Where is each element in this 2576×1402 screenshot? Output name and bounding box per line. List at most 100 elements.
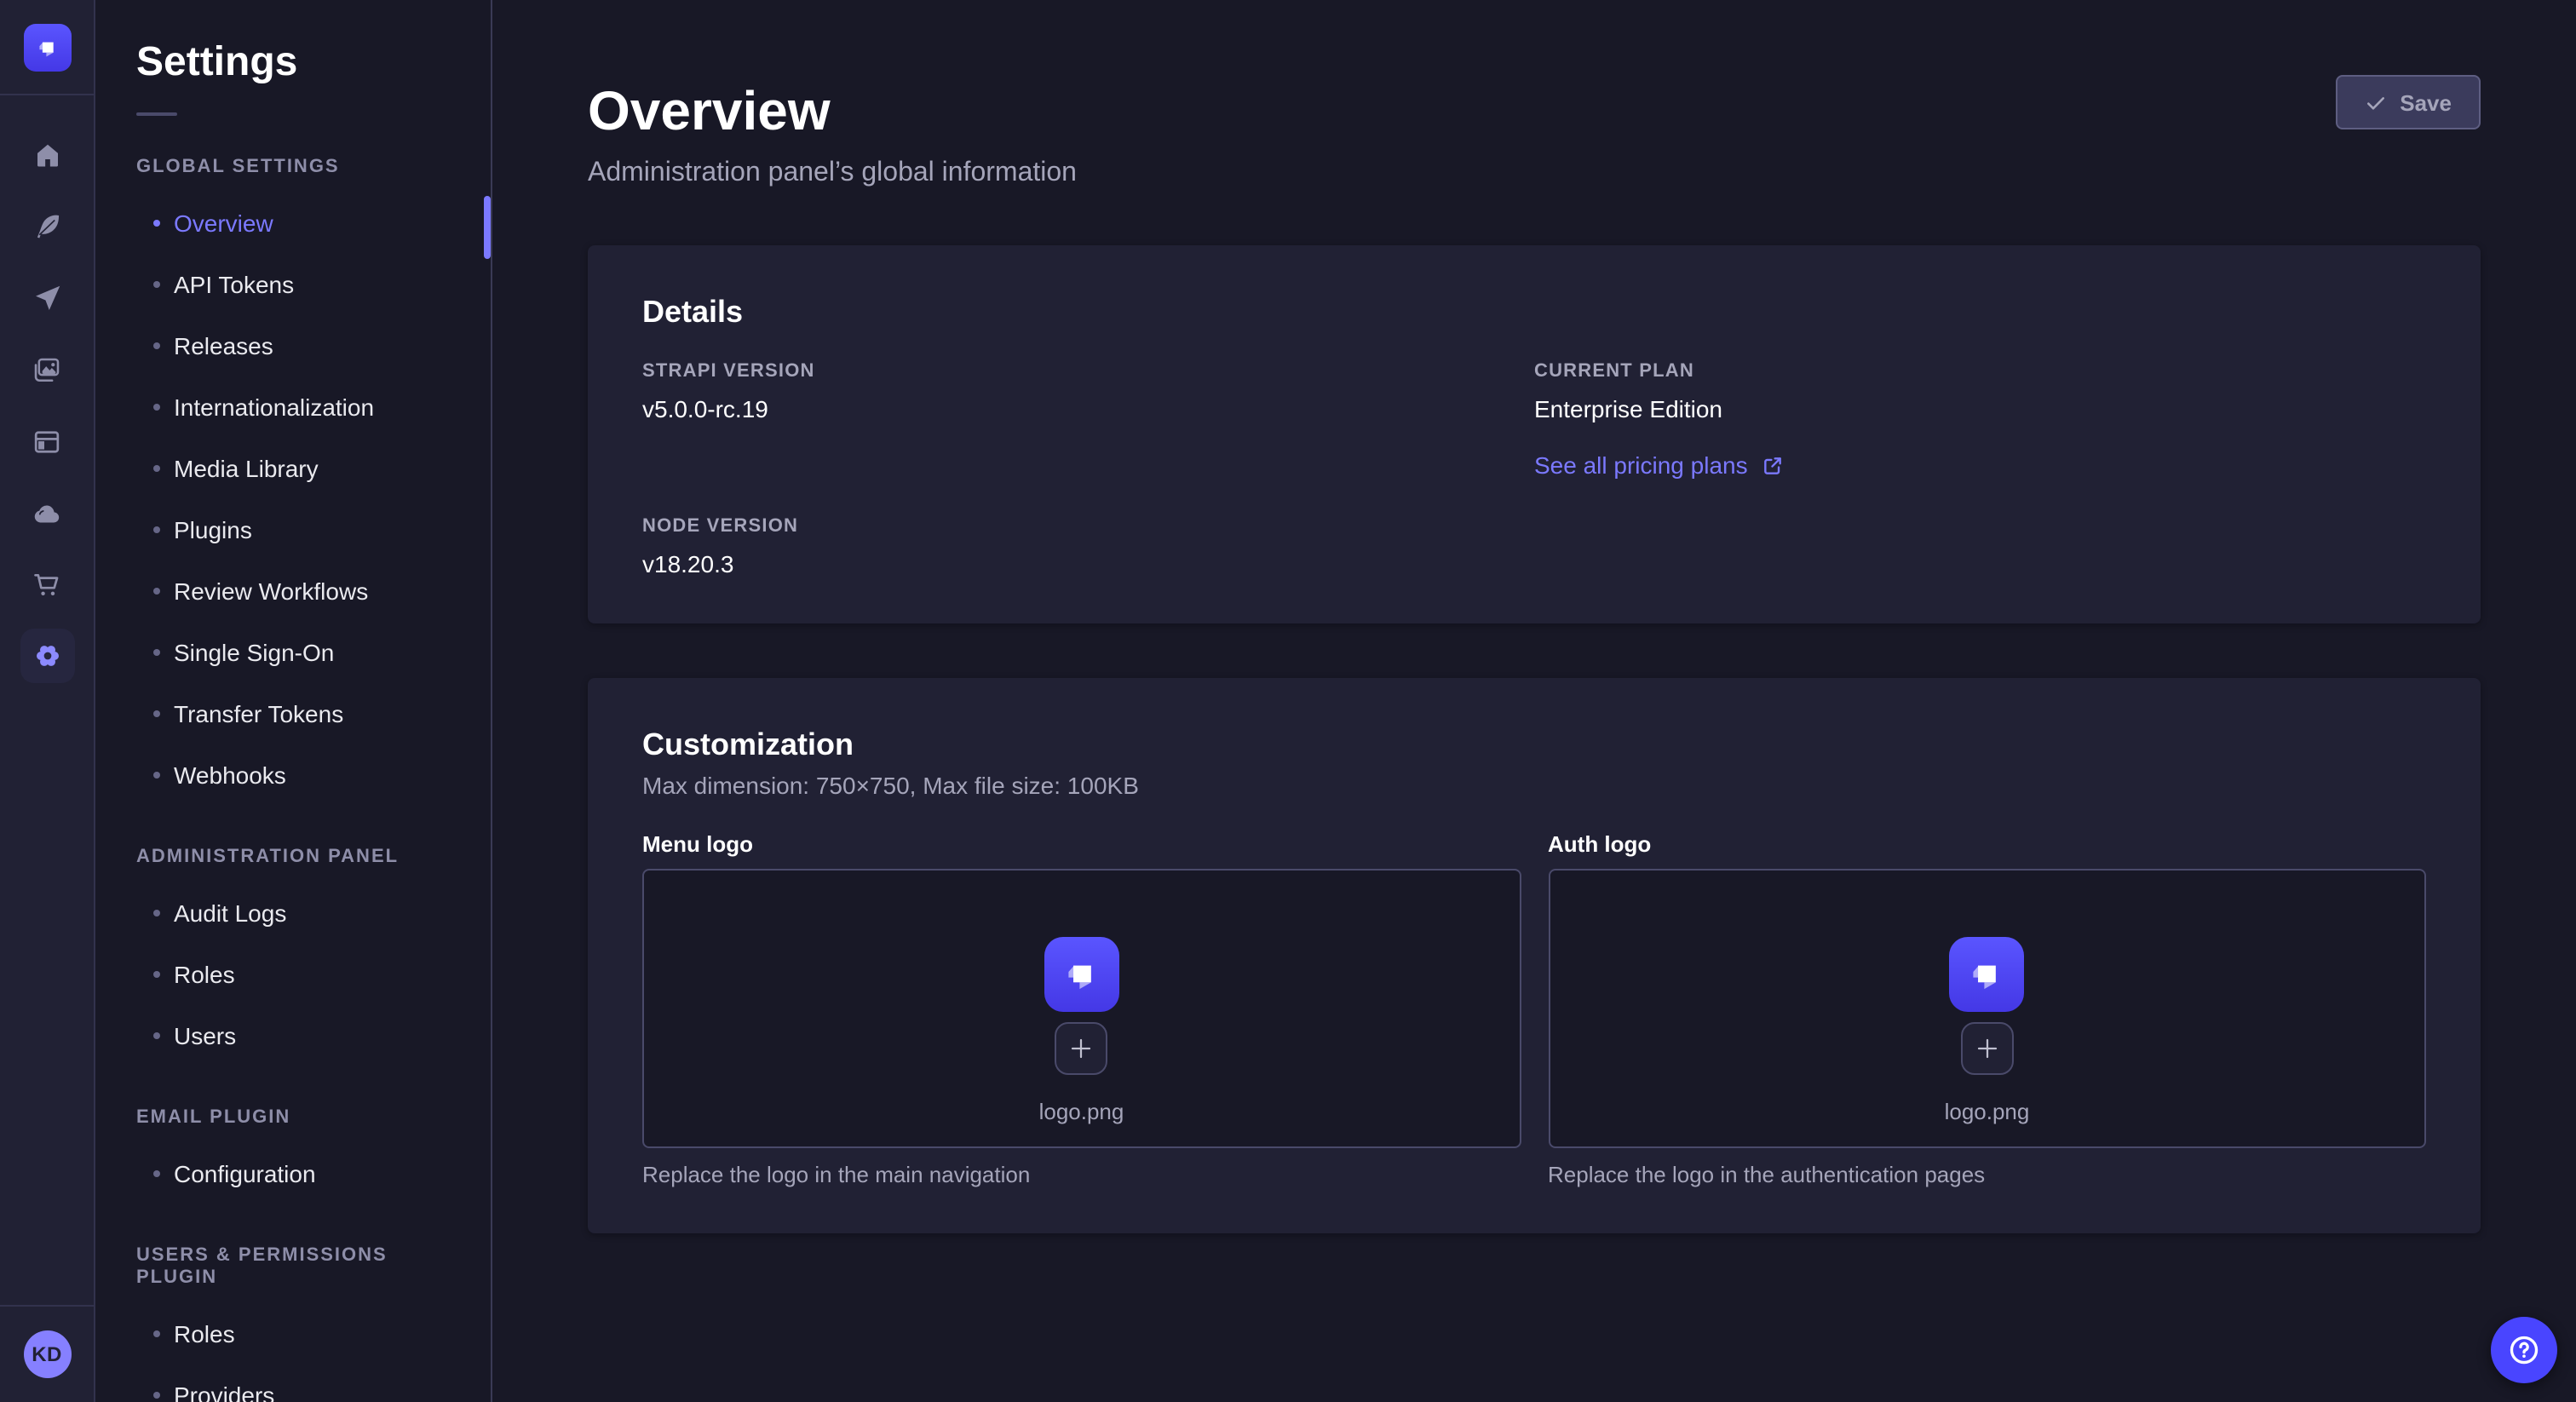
subnav-item-label: Media Library: [174, 455, 319, 482]
menu-logo-caption: Replace the logo in the main navigation: [642, 1162, 1521, 1189]
section-header: USERS & PERMISSIONS PLUGIN: [95, 1245, 491, 1290]
section-users-permissions-plugin: USERS & PERMISSIONS PLUGIN Roles Provide…: [95, 1245, 491, 1402]
logo-uploads-grid: Menu logo: [642, 831, 2426, 1189]
bullet-icon: [153, 772, 160, 779]
field-value: v5.0.0-rc.19: [642, 394, 1534, 424]
bullet-icon: [153, 342, 160, 349]
nav-deploy[interactable]: [11, 262, 83, 334]
feather-icon: [32, 211, 62, 242]
nav-content[interactable]: [11, 191, 83, 262]
field-label: STRAPI VERSION: [642, 361, 1534, 383]
settings-subnav: Settings GLOBAL SETTINGS Overview API To…: [95, 0, 492, 1402]
field-label: NODE VERSION: [642, 516, 1534, 538]
menu-logo-label: Menu logo: [642, 831, 1521, 859]
pricing-plans-link[interactable]: See all pricing plans: [1534, 451, 1784, 479]
field-value: Enterprise Edition: [1534, 394, 2426, 424]
rail-nav: [0, 95, 94, 692]
section-header: GLOBAL SETTINGS: [95, 157, 491, 179]
subnav-item-single-sign-on[interactable]: Single Sign-On: [95, 622, 491, 683]
field-current-plan: CURRENT PLAN Enterprise Edition: [1534, 361, 2426, 424]
bullet-icon: [153, 649, 160, 656]
subnav-item-up-providers[interactable]: Providers: [95, 1365, 491, 1402]
rail-divider: [0, 1305, 94, 1307]
subnav-item-label: Single Sign-On: [174, 639, 334, 666]
nav-home[interactable]: [11, 119, 83, 191]
details-heading: Details: [642, 293, 2426, 330]
auth-logo-dropzone[interactable]: logo.png: [1548, 869, 2426, 1148]
section-global-settings: GLOBAL SETTINGS Overview API Tokens Rele…: [95, 157, 491, 806]
subnav-item-up-roles[interactable]: Roles: [95, 1303, 491, 1365]
app-window: KD Settings GLOBAL SETTINGS Overview API…: [0, 0, 2576, 1402]
subnav-item-label: Audit Logs: [174, 899, 286, 927]
page-subtitle: Administration panel’s global informatio…: [588, 155, 2481, 191]
bullet-icon: [153, 971, 160, 978]
subnav-scrollbar-thumb[interactable]: [484, 196, 491, 259]
field-label: CURRENT PLAN: [1534, 361, 2426, 383]
user-avatar[interactable]: KD: [23, 1330, 71, 1378]
subnav-item-releases[interactable]: Releases: [95, 315, 491, 376]
subnav-item-webhooks[interactable]: Webhooks: [95, 744, 491, 806]
subnav-item-media-library[interactable]: Media Library: [95, 438, 491, 499]
bullet-icon: [153, 281, 160, 288]
cloud-icon: [31, 497, 63, 529]
subnav-item-label: Transfer Tokens: [174, 700, 343, 727]
auth-logo-add-button[interactable]: [1961, 1022, 2014, 1075]
auth-logo-label: Auth logo: [1548, 831, 2426, 859]
subnav-item-transfer-tokens[interactable]: Transfer Tokens: [95, 683, 491, 744]
subnav-item-audit-logs[interactable]: Audit Logs: [95, 882, 491, 944]
nav-marketplace[interactable]: [11, 549, 83, 620]
subnav-item-label: Review Workflows: [174, 577, 368, 605]
section-email-plugin: EMAIL PLUGIN Configuration: [95, 1107, 491, 1204]
section-header: EMAIL PLUGIN: [95, 1107, 491, 1129]
bullet-icon: [153, 588, 160, 595]
help-button[interactable]: [2491, 1317, 2557, 1383]
field-strapi-version: STRAPI VERSION v5.0.0-rc.19: [642, 361, 1534, 424]
subnav-item-admin-users[interactable]: Users: [95, 1005, 491, 1066]
bullet-icon: [153, 910, 160, 916]
nav-content-type-builder[interactable]: [11, 405, 83, 477]
nav-cloud[interactable]: [11, 477, 83, 549]
subnav-item-label: Roles: [174, 1320, 235, 1347]
subnav-item-admin-roles[interactable]: Roles: [95, 944, 491, 1005]
menu-logo-block: Menu logo: [642, 831, 1521, 1189]
subnav-item-plugins[interactable]: Plugins: [95, 499, 491, 560]
title-divider: [136, 112, 177, 116]
subnav-item-label: Providers: [174, 1382, 274, 1402]
pricing-link-label: See all pricing plans: [1534, 451, 1748, 479]
subnav-item-email-configuration[interactable]: Configuration: [95, 1143, 491, 1204]
nav-media-library[interactable]: [11, 334, 83, 405]
subnav-item-api-tokens[interactable]: API Tokens: [95, 254, 491, 315]
bullet-icon: [153, 710, 160, 717]
plus-icon: [1975, 1036, 2000, 1061]
save-button-label: Save: [2400, 89, 2452, 115]
section-administration-panel: ADMINISTRATION PANEL Audit Logs Roles Us…: [95, 847, 491, 1066]
details-grid: STRAPI VERSION v5.0.0-rc.19 NODE VERSION…: [642, 361, 2426, 579]
subnav-item-review-workflows[interactable]: Review Workflows: [95, 560, 491, 622]
customization-heading: Customization: [642, 726, 2426, 763]
field-value: v18.20.3: [642, 549, 1534, 579]
subnav-item-overview[interactable]: Overview: [95, 192, 491, 254]
question-mark-icon: [2506, 1332, 2542, 1368]
cart-icon: [31, 568, 63, 600]
home-icon: [32, 140, 62, 170]
subnav-item-internationalization[interactable]: Internationalization: [95, 376, 491, 438]
nav-settings[interactable]: [20, 629, 74, 683]
pictures-icon: [31, 353, 63, 386]
bullet-icon: [153, 404, 160, 411]
save-button[interactable]: Save: [2335, 75, 2481, 129]
auth-logo-preview: [1950, 937, 2025, 1012]
auth-logo-filename: logo.png: [1945, 1099, 2030, 1126]
bullet-icon: [153, 465, 160, 472]
menu-logo-dropzone[interactable]: logo.png: [642, 869, 1521, 1148]
gear-icon: [30, 639, 64, 673]
bullet-icon: [153, 526, 160, 533]
bullet-icon: [153, 220, 160, 227]
menu-logo-filename: logo.png: [1039, 1099, 1124, 1126]
layout-icon: [31, 425, 63, 457]
strapi-logo[interactable]: [23, 24, 71, 72]
main-nav-rail: KD: [0, 0, 95, 1402]
paper-plane-icon: [32, 283, 62, 313]
page-title: Overview: [588, 77, 2481, 145]
strapi-mark-icon: [1060, 952, 1104, 997]
menu-logo-add-button[interactable]: [1055, 1022, 1108, 1075]
